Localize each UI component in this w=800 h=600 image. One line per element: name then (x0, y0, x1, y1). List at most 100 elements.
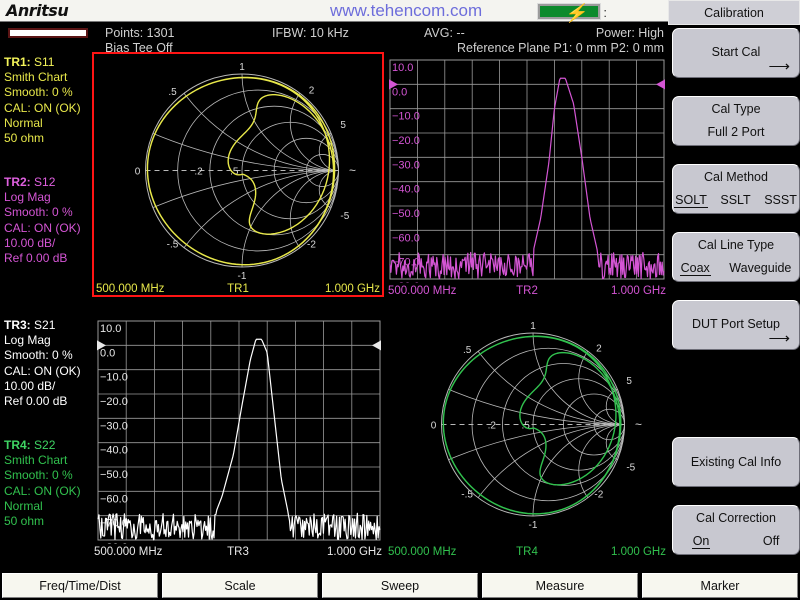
svg-text:-.5: -.5 (461, 490, 473, 501)
trace-smooth-tr1: Smooth: 0 % (4, 85, 73, 100)
tr3-stop-freq: 1.000 GHz (327, 546, 382, 558)
trace-format-tr2: Log Mag (4, 190, 51, 205)
svg-text:10.0: 10.0 (100, 323, 121, 335)
svg-text:-5: -5 (340, 211, 349, 222)
softkey-panel: Calibration Start Cal ⟶ Cal Type Full 2 … (668, 0, 800, 570)
tr4-name: TR4 (516, 546, 538, 558)
trace-smooth-tr4: Smooth: 0 % (4, 468, 73, 483)
trace-cal-tr3: CAL: ON (OK) (4, 363, 81, 378)
svg-text:0: 0 (431, 421, 437, 432)
softkey-start-cal[interactable]: Start Cal ⟶ (672, 28, 800, 78)
plot-pane-tr2[interactable]: 10.0 0.0 −10.0 −20.0 −30.0 −40.0 −50.0 −60.0 −70… (386, 52, 668, 297)
trace-format-tr3: Log Mag (4, 333, 51, 348)
ifbw-status: IFBW: 10 kHz (272, 26, 349, 40)
svg-text:.5: .5 (168, 87, 177, 98)
vna-screen: Anritsu www.tehencom.com ⚡ : Points: 130… (0, 0, 800, 600)
tr1-stop-freq: 1.000 GHz (325, 283, 380, 295)
plot-pane-tr3[interactable]: 10.0 0.0 −10.0 −20.0 −30.0 −40.0 −50.0 −60.0 −70… (92, 313, 384, 558)
svg-text:10.0: 10.0 (392, 62, 413, 74)
trace-info-tr4[interactable]: TR4: S22 Smith Chart Smooth: 0 % CAL: ON… (4, 438, 81, 529)
softkey-cal-type[interactable]: Cal Type Full 2 Port (672, 96, 800, 146)
avg-status: AVG: -- (424, 26, 465, 40)
svg-text:0.0: 0.0 (100, 347, 115, 359)
softkey-cal-method[interactable]: Cal Method SOLT SSLT SSST (672, 164, 800, 214)
trace-info-tr1[interactable]: TR1: S11 Smith Chart Smooth: 0 % CAL: ON… (4, 55, 81, 146)
trace-title-tr2: TR2: S12 (4, 175, 56, 189)
tr4-start-freq: 500.000 MHz (388, 546, 457, 558)
menu-scale[interactable]: Scale (162, 573, 318, 598)
softkey-cal-method-options: SOLT SSLT SSST (673, 193, 799, 208)
svg-text:0.0: 0.0 (392, 86, 407, 98)
option-off[interactable]: Off (762, 534, 780, 548)
svg-text:−60.0: −60.0 (100, 493, 128, 505)
trace-line4-tr1: Normal (4, 115, 43, 130)
softkey-existing-cal-info[interactable]: Existing Cal Info (672, 437, 800, 487)
tr4-stop-freq: 1.000 GHz (611, 546, 666, 558)
softkey-cal-type-value: Full 2 Port (707, 125, 765, 139)
lightning-bolt-icon: ⚡ (563, 3, 591, 23)
svg-text:~: ~ (349, 164, 356, 178)
trace-line5-tr1: 50 ohm (4, 131, 45, 146)
menu-measure[interactable]: Measure (482, 573, 638, 598)
trace-info-tr2[interactable]: TR2: S12 Log Mag Smooth: 0 % CAL: ON (OK… (4, 175, 81, 266)
trace-line5-tr4: 50 ohm (4, 514, 45, 529)
sweep-progress-bar (8, 28, 88, 38)
trace-smooth-tr3: Smooth: 0 % (4, 348, 73, 363)
smith-chart-tr1: 1-12-25-5~0.5-.5.2.5 (135, 62, 356, 282)
tr2-start-freq: 500.000 MHz (388, 285, 457, 297)
softkey-cal-method-label: Cal Method (704, 170, 768, 184)
softkey-dut-port-setup-label: DUT Port Setup (691, 317, 780, 331)
softkey-cal-type-label: Cal Type (711, 102, 761, 116)
softkey-dut-port-setup[interactable]: DUT Port Setup ⟶ (672, 300, 800, 350)
svg-text:−10.0: −10.0 (100, 372, 128, 384)
trace-format-tr1: Smith Chart (4, 70, 68, 85)
svg-text:-.5: -.5 (167, 240, 179, 251)
softkey-title-calibration: Calibration (668, 0, 800, 25)
svg-text:.2: .2 (194, 167, 203, 178)
menu-sweep[interactable]: Sweep (322, 573, 478, 598)
trace-title-tr3: TR3: S21 (4, 318, 56, 332)
smith-chart-tr4: 1 -1 2 -2 5 -5 ~0 .5 -.5 .2 .5 (431, 321, 642, 531)
svg-text:-1: -1 (529, 520, 538, 531)
trace-info-tr3[interactable]: TR3: S21 Log Mag Smooth: 0 % CAL: ON (OK… (4, 318, 81, 409)
bottom-menu-bar: Freq/Time/Dist Scale Sweep Measure Marke… (0, 571, 800, 600)
svg-text:−30.0: −30.0 (392, 159, 420, 171)
tr3-start-freq: 500.000 MHz (94, 546, 163, 558)
menu-marker[interactable]: Marker (642, 573, 798, 598)
svg-text:2: 2 (596, 343, 602, 354)
plot-axis-labels-tr4: 500.000 MHz TR4 1.000 GHz (386, 544, 668, 558)
svg-text:−30.0: −30.0 (100, 420, 128, 432)
tr2-stop-freq: 1.000 GHz (611, 285, 666, 297)
option-waveguide[interactable]: Waveguide (728, 261, 792, 275)
option-sslt[interactable]: SSLT (719, 193, 751, 207)
svg-text:0: 0 (135, 167, 141, 178)
tr2-name: TR2 (516, 285, 538, 297)
svg-text:~: ~ (635, 418, 642, 432)
softkey-cal-correction[interactable]: Cal Correction On Off (672, 505, 800, 555)
softkey-cal-correction-label: Cal Correction (696, 511, 776, 525)
svg-text:.2: .2 (488, 421, 497, 432)
option-solt[interactable]: SOLT (674, 193, 708, 208)
svg-text:-5: -5 (626, 462, 635, 473)
svg-text:−10.0: −10.0 (392, 111, 420, 123)
plot-pane-tr4[interactable]: 1 -1 2 -2 5 -5 ~0 .5 -.5 .2 .5 500.000 MHz TR4 1.0… (386, 313, 668, 558)
points-status: Points: 1301 (105, 26, 175, 40)
option-on[interactable]: On (691, 534, 711, 549)
softkey-start-cal-label: Start Cal (711, 45, 761, 59)
option-ssst[interactable]: SSST (763, 193, 798, 207)
softkey-cal-line-type[interactable]: Cal Line Type Coax Waveguide (672, 232, 800, 282)
menu-freq-time-dist[interactable]: Freq/Time/Dist (2, 573, 158, 598)
plot-axis-labels-tr1: 500.000 MHz TR1 1.000 GHz (94, 281, 382, 295)
plot-pane-tr1[interactable]: 1 -1 2 -2 5 -5 ~0.5 -.5.2.5 500.000 MHz TR1 1.0… (92, 52, 384, 297)
trace-cal-tr2: CAL: ON (OK) (4, 220, 81, 235)
arrow-right-icon: ⟶ (768, 330, 790, 347)
arrow-right-icon: ⟶ (768, 58, 790, 75)
power-status: Power: High (595, 26, 664, 40)
tr1-name: TR1 (227, 283, 249, 295)
trace-line4-tr3: 10.00 dB/ (4, 378, 56, 393)
svg-text:2: 2 (309, 85, 315, 96)
trace-line5-tr2: Ref 0.00 dB (4, 251, 68, 266)
svg-text:.5: .5 (463, 345, 472, 356)
option-coax[interactable]: Coax (679, 261, 711, 276)
plot-axis-labels-tr2: 500.000 MHz TR2 1.000 GHz (386, 283, 668, 297)
